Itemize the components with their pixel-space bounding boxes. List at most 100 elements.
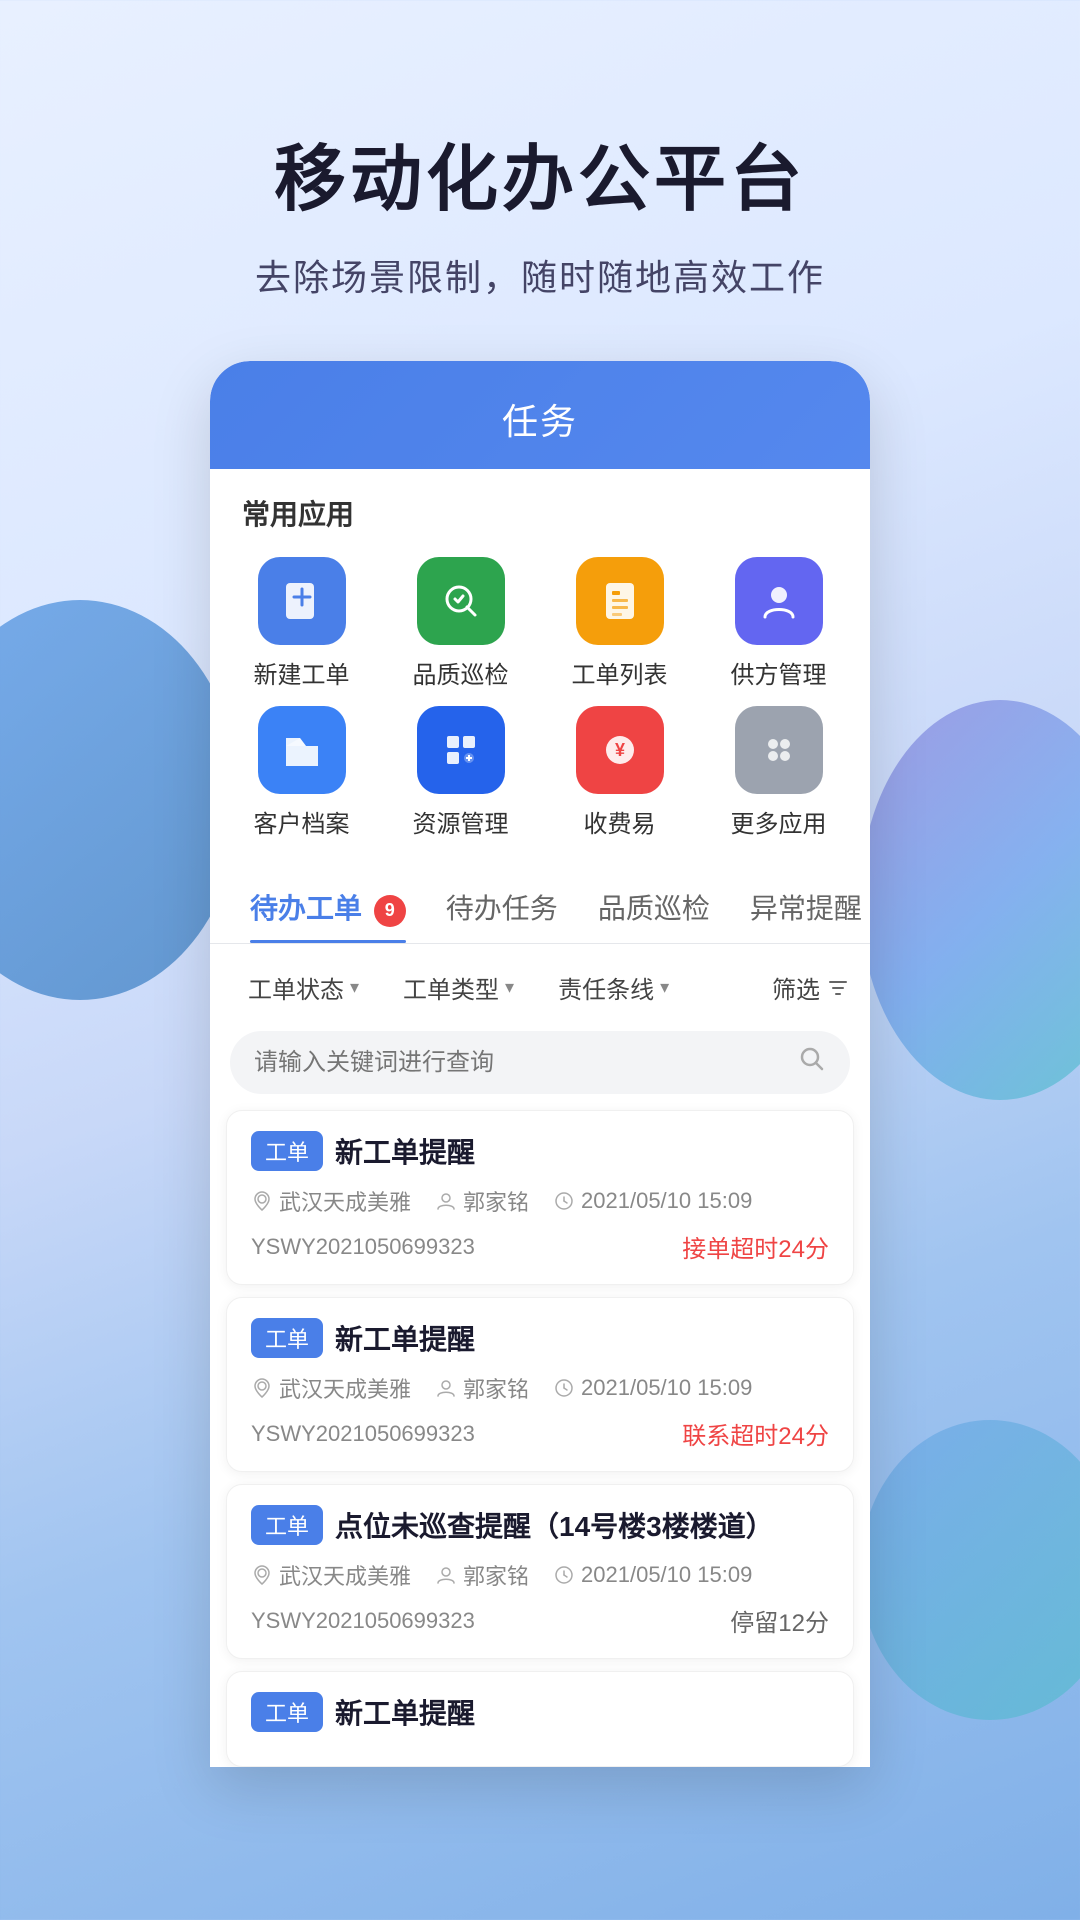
order-card-2[interactable]: 工单 新工单提醒 武汉天成美雅 郭家铭 2021/05/10 15:09 YSW… xyxy=(226,1297,854,1472)
tabs-row: 待办工单 9 待办任务 品质巡检 异常提醒 5 xyxy=(210,867,870,944)
order-title-3: 点位未巡查提醒（14号楼3楼楼道） xyxy=(335,1505,774,1545)
svg-text:¥: ¥ xyxy=(614,740,624,760)
order-tag-1: 工单 xyxy=(251,1131,323,1171)
order-status-1: 接单超时24分 xyxy=(682,1229,829,1264)
order-status-3: 停留12分 xyxy=(730,1603,829,1638)
person-icon xyxy=(435,1190,457,1212)
tab-pending-orders[interactable]: 待办工单 9 xyxy=(230,867,426,943)
supplier-manage-icon xyxy=(735,557,823,645)
header-section: 移动化办公平台 去除场景限制，随时随地高效工作 xyxy=(0,0,1080,361)
bg-decoration-left xyxy=(0,600,240,1000)
tab-header-label: 任务 xyxy=(502,401,578,442)
client-file-icon xyxy=(258,706,346,794)
location-icon xyxy=(251,1377,273,1399)
clock-icon xyxy=(553,1564,575,1586)
chevron-down-icon: ▾ xyxy=(350,977,359,998)
filter-screen-btn[interactable]: 筛选 xyxy=(772,970,850,1005)
pending-orders-badge: 9 xyxy=(374,895,406,927)
order-title-2: 新工单提醒 xyxy=(335,1318,475,1358)
filter-responsibility[interactable]: 责任条线 ▾ xyxy=(540,960,687,1015)
order-tag-4: 工单 xyxy=(251,1692,323,1732)
order-card-2-header: 工单 新工单提醒 xyxy=(251,1318,829,1358)
main-title: 移动化办公平台 xyxy=(40,120,1040,225)
search-bar xyxy=(230,1031,850,1094)
order-meta-3: 武汉天成美雅 郭家铭 2021/05/10 15:09 xyxy=(251,1559,829,1591)
order-time-1: 2021/05/10 15:09 xyxy=(553,1185,752,1217)
order-time-3: 2021/05/10 15:09 xyxy=(553,1559,752,1591)
bg-decoration-right xyxy=(860,700,1080,1100)
order-location-3: 武汉天成美雅 xyxy=(251,1559,411,1591)
client-file-label: 客户档案 xyxy=(254,804,350,839)
order-person-2: 郭家铭 xyxy=(435,1372,529,1404)
common-apps-section-label: 常用应用 xyxy=(210,469,870,549)
order-title-1: 新工单提醒 xyxy=(335,1131,475,1171)
resource-manage-icon xyxy=(417,706,505,794)
apps-grid: 新建工单 品质巡检 xyxy=(210,549,870,859)
order-footer-1: YSWY2021050699323 接单超时24分 xyxy=(251,1229,829,1264)
fee-easy-label: 收费易 xyxy=(584,804,656,839)
order-person-1: 郭家铭 xyxy=(435,1185,529,1217)
app-fee-easy[interactable]: ¥ 收费易 xyxy=(548,706,691,839)
clock-icon xyxy=(553,1190,575,1212)
new-order-icon xyxy=(258,557,346,645)
order-footer-2: YSWY2021050699323 联系超时24分 xyxy=(251,1416,829,1451)
more-apps-label: 更多应用 xyxy=(731,804,827,839)
order-card-1-header: 工单 新工单提醒 xyxy=(251,1131,829,1171)
tab-quality-patrol[interactable]: 品质巡检 xyxy=(578,867,730,943)
order-card-4[interactable]: 工单 新工单提醒 xyxy=(226,1671,854,1767)
order-location-1: 武汉天成美雅 xyxy=(251,1185,411,1217)
search-input[interactable] xyxy=(254,1049,786,1077)
filter-icon xyxy=(826,976,850,1000)
app-new-order[interactable]: 新建工单 xyxy=(230,557,373,690)
phone-card: 任务 常用应用 新建工单 品质巡检 xyxy=(210,361,870,1767)
app-client-file[interactable]: 客户档案 xyxy=(230,706,373,839)
app-more-apps[interactable]: 更多应用 xyxy=(707,706,850,839)
tab-header: 任务 xyxy=(210,361,870,469)
supplier-manage-label: 供方管理 xyxy=(731,655,827,690)
clock-icon xyxy=(553,1377,575,1399)
app-resource-manage[interactable]: 资源管理 xyxy=(389,706,532,839)
person-icon xyxy=(435,1377,457,1399)
order-footer-3: YSWY2021050699323 停留12分 xyxy=(251,1603,829,1638)
new-order-label: 新建工单 xyxy=(254,655,350,690)
order-tag-3: 工单 xyxy=(251,1505,323,1545)
filter-order-type[interactable]: 工单类型 ▾ xyxy=(385,960,532,1015)
order-list-icon xyxy=(576,557,664,645)
order-id-1: YSWY2021050699323 xyxy=(251,1234,475,1260)
order-location-2: 武汉天成美雅 xyxy=(251,1372,411,1404)
filter-order-status[interactable]: 工单状态 ▾ xyxy=(230,960,377,1015)
person-icon xyxy=(435,1564,457,1586)
resource-manage-label: 资源管理 xyxy=(413,804,509,839)
order-card-3-header: 工单 点位未巡查提醒（14号楼3楼楼道） xyxy=(251,1505,829,1545)
quality-patrol-label: 品质巡检 xyxy=(413,655,509,690)
order-time-2: 2021/05/10 15:09 xyxy=(553,1372,752,1404)
order-id-2: YSWY2021050699323 xyxy=(251,1421,475,1447)
order-card-4-header: 工单 新工单提醒 xyxy=(251,1692,829,1732)
fee-easy-icon: ¥ xyxy=(576,706,664,794)
tab-abnormal-remind[interactable]: 异常提醒 5 xyxy=(730,867,870,943)
location-icon xyxy=(251,1190,273,1212)
order-card-1[interactable]: 工单 新工单提醒 武汉天成美雅 郭家铭 2021/05/10 15:09 YSW… xyxy=(226,1110,854,1285)
quality-patrol-icon xyxy=(417,557,505,645)
order-title-4: 新工单提醒 xyxy=(335,1692,475,1732)
app-order-list[interactable]: 工单列表 xyxy=(548,557,691,690)
app-quality-patrol[interactable]: 品质巡检 xyxy=(389,557,532,690)
order-card-3[interactable]: 工单 点位未巡查提醒（14号楼3楼楼道） 武汉天成美雅 郭家铭 2021/05/… xyxy=(226,1484,854,1659)
filters-row: 工单状态 ▾ 工单类型 ▾ 责任条线 ▾ 筛选 xyxy=(210,944,870,1031)
order-status-2: 联系超时24分 xyxy=(682,1416,829,1451)
location-icon xyxy=(251,1564,273,1586)
more-apps-icon xyxy=(735,706,823,794)
sub-title: 去除场景限制，随时随地高效工作 xyxy=(40,249,1040,301)
tab-pending-tasks[interactable]: 待办任务 xyxy=(426,867,578,943)
order-tag-2: 工单 xyxy=(251,1318,323,1358)
bg-decoration-bottom-right xyxy=(860,1420,1080,1720)
app-supplier-manage[interactable]: 供方管理 xyxy=(707,557,850,690)
order-list-label: 工单列表 xyxy=(572,655,668,690)
order-meta-2: 武汉天成美雅 郭家铭 2021/05/10 15:09 xyxy=(251,1372,829,1404)
order-id-3: YSWY2021050699323 xyxy=(251,1608,475,1634)
search-icon[interactable] xyxy=(798,1045,826,1080)
chevron-down-icon: ▾ xyxy=(660,977,669,998)
chevron-down-icon: ▾ xyxy=(505,977,514,998)
order-meta-1: 武汉天成美雅 郭家铭 2021/05/10 15:09 xyxy=(251,1185,829,1217)
order-person-3: 郭家铭 xyxy=(435,1559,529,1591)
